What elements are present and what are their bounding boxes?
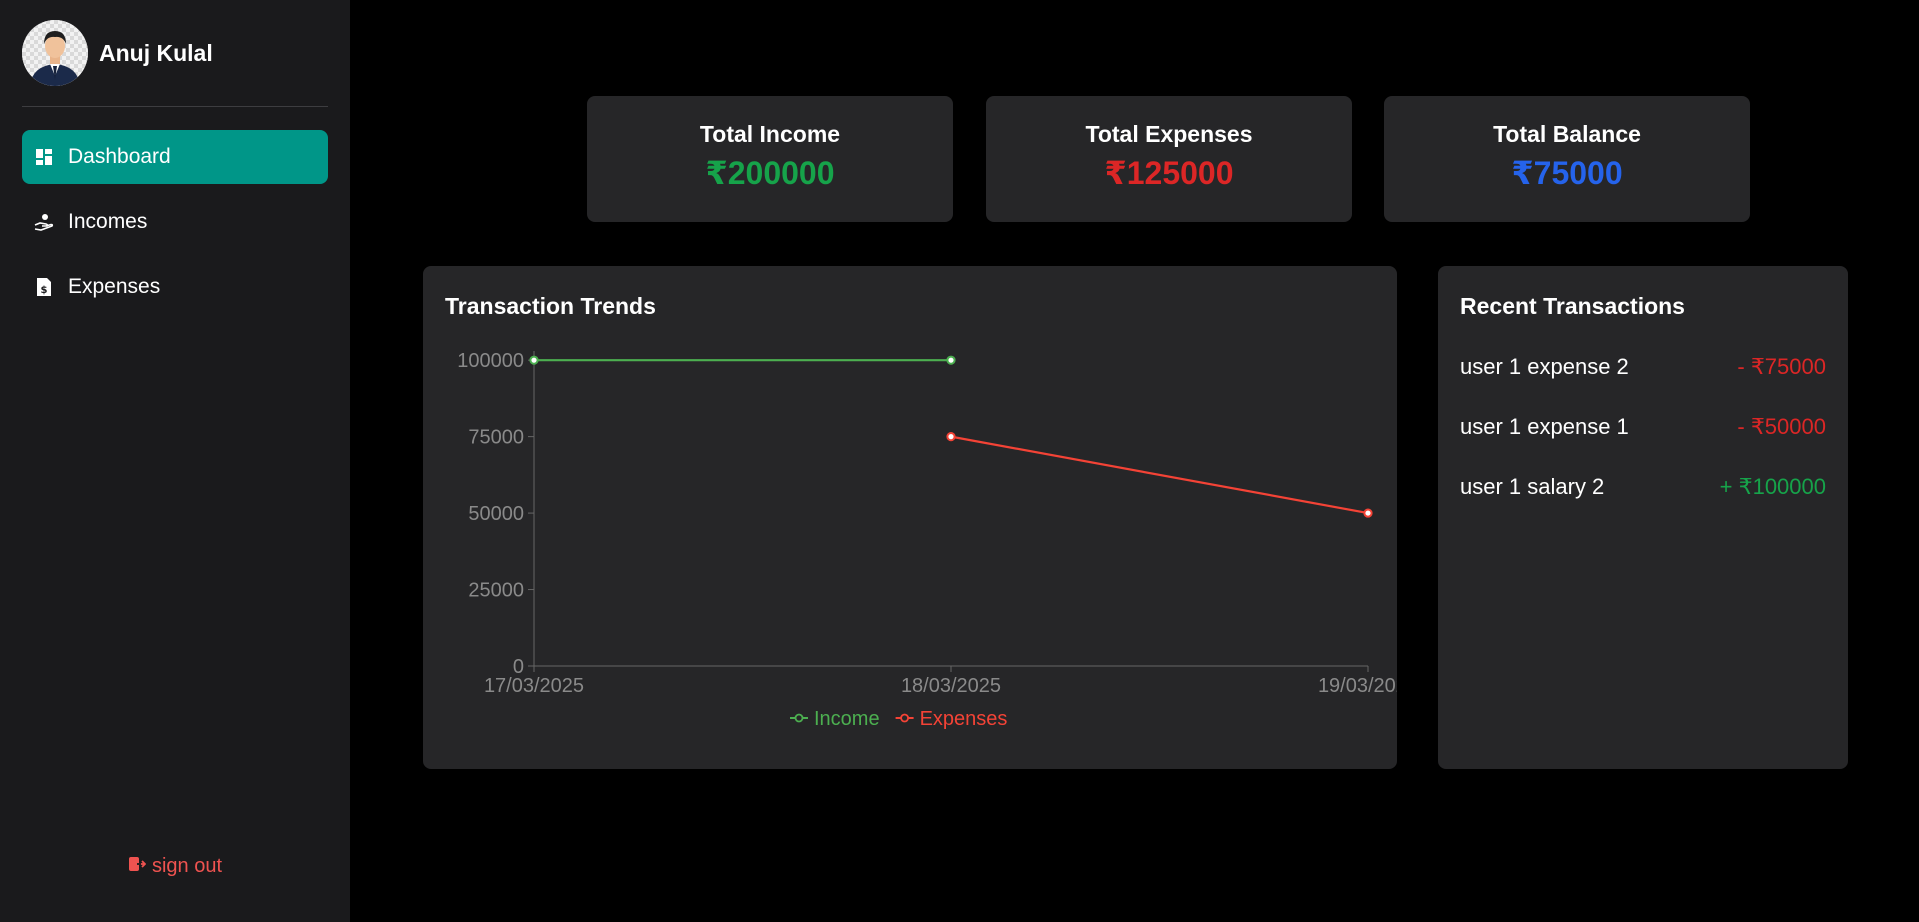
transaction-row[interactable]: user 1 expense 1 - ₹50000 [1460, 412, 1826, 442]
panel-title: Recent Transactions [1460, 293, 1685, 319]
total-expenses-card: Total Expenses ₹125000 [986, 96, 1352, 222]
hand-coin-icon [34, 212, 54, 232]
transaction-amount: + ₹100000 [1719, 474, 1826, 499]
user-name: Anuj Kulal [99, 39, 213, 66]
app-root: Anuj Kulal Dashboard Incomes $ Expenses … [0, 0, 1919, 922]
transaction-name: user 1 expense 1 [1460, 414, 1629, 439]
data-point-income [946, 355, 956, 365]
y-tick-label: 100000 [457, 350, 524, 372]
svg-text:$: $ [41, 285, 48, 296]
total-income-card: Total Income ₹200000 [587, 96, 953, 222]
sidebar-divider [22, 106, 328, 107]
receipt-dollar-icon: $ [34, 277, 54, 297]
signout-button[interactable]: sign out [0, 855, 350, 878]
sidebar-item-dashboard[interactable]: Dashboard [22, 130, 328, 184]
y-tick-label: 25000 [468, 580, 524, 602]
legend-marker [900, 713, 909, 723]
transaction-row[interactable]: user 1 expense 2 - ₹75000 [1460, 352, 1826, 382]
trend-chart: 025000500007500010000017/03/2025 18/03/20… [457, 350, 1397, 730]
stat-title: Total Expenses [1085, 121, 1253, 147]
sidebar-item-incomes[interactable]: Incomes [22, 195, 328, 249]
data-point-expenses [946, 432, 956, 442]
y-tick-label: 75000 [468, 427, 524, 449]
stat-title: Total Income [699, 121, 841, 147]
sidebar-nav: Dashboard Incomes $ Expenses [22, 130, 328, 325]
legend-marker [794, 713, 804, 723]
dashboard-icon [34, 147, 54, 167]
transaction-name: user 1 expense 2 [1460, 354, 1629, 379]
stat-value: ₹75000 [1511, 155, 1623, 191]
transaction-name: user 1 salary 2 [1460, 474, 1605, 499]
total-balance-card: Total Balance ₹75000 [1384, 96, 1750, 222]
sidebar-item-label: Expenses [68, 275, 161, 298]
stat-value: ₹125000 [1104, 155, 1234, 191]
legend-label: Income [814, 708, 880, 730]
sidebar-item-label: Dashboard [68, 145, 171, 168]
transaction-row[interactable]: user 1 salary 2 + ₹100000 [1460, 472, 1826, 502]
stat-title: Total Balance [1493, 121, 1641, 147]
logout-icon [128, 855, 147, 878]
stat-value: ₹200000 [705, 155, 835, 191]
x-tick-label: 19/03/2025 [1318, 675, 1397, 697]
transaction-amount: - ₹75000 [1737, 354, 1826, 379]
sidebar-item-label: Incomes [68, 210, 148, 233]
sidebar: Anuj Kulal Dashboard Incomes $ Expenses … [0, 0, 350, 922]
x-tick-label: 18/03/2025 [901, 675, 1001, 697]
x-tick-label: 17/03/2025 [484, 675, 584, 697]
transaction-amount: - ₹50000 [1737, 414, 1826, 439]
recent-transactions-panel: Recent Transactions [1438, 266, 1848, 769]
avatar[interactable] [22, 20, 88, 86]
sidebar-item-expenses[interactable]: $ Expenses [22, 260, 328, 314]
series-line-expenses [950, 435, 1369, 515]
transaction-trends-panel: Transaction Trends 0 25000 50000 75000 10000… [423, 266, 1397, 769]
signout-label: sign out [151, 855, 223, 877]
legend-label: Expenses [920, 708, 1008, 730]
data-point-income [529, 355, 539, 365]
data-point-expenses [1363, 508, 1373, 518]
user-profile: Anuj Kulal [22, 20, 213, 86]
y-tick-label: 50000 [468, 503, 524, 525]
